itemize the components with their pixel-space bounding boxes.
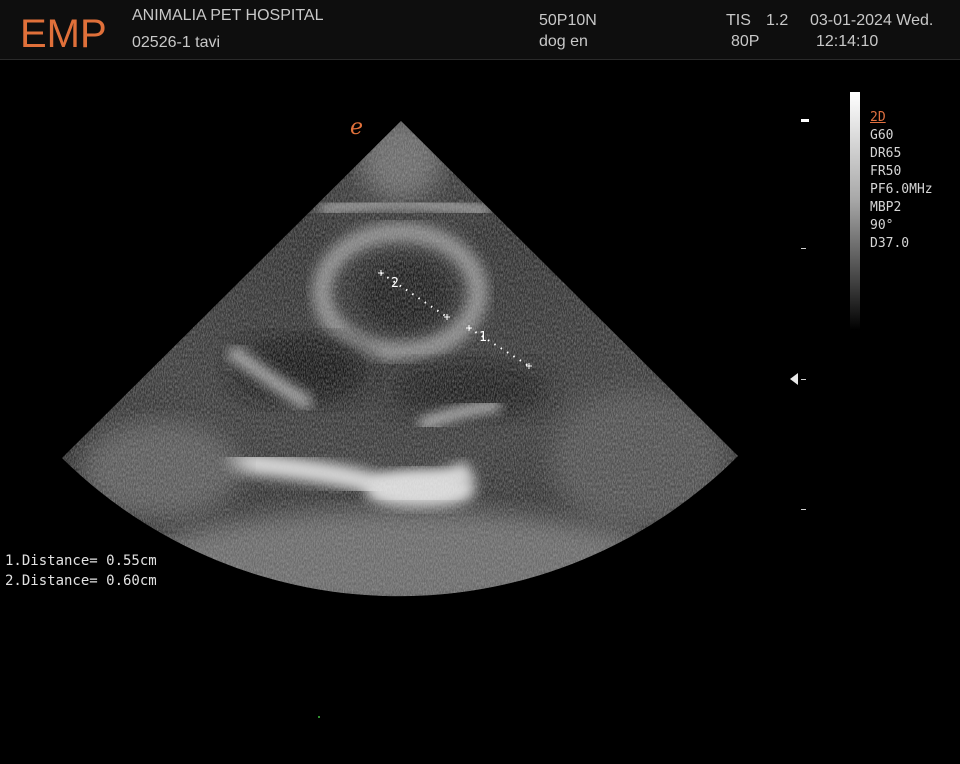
tis-label: TIS — [726, 12, 751, 29]
dynamic-range-value: DR65 — [870, 146, 902, 161]
cursor-marker — [318, 716, 320, 718]
measurement-1: 1.Distance= 0.55cm — [5, 553, 157, 569]
acoustic-power: 80P — [731, 33, 760, 50]
exam-time: 12:14:10 — [816, 33, 879, 50]
tis-value: 1.2 — [766, 12, 789, 29]
hospital-name: ANIMALIA PET HOSPITAL — [132, 7, 324, 24]
caliper-label-2: 2 — [391, 276, 399, 291]
caliper-label-1: 1 — [479, 330, 487, 345]
exam-preset: dog en — [539, 33, 588, 50]
scan-sector — [62, 121, 738, 597]
brand-logo: EMP — [20, 12, 107, 56]
orientation-marker: e — [350, 115, 364, 140]
measurement-2: 2.Distance= 0.60cm — [5, 573, 157, 589]
exam-date: 03-01-2024 Wed. — [810, 12, 934, 29]
depth-value: D37.0 — [870, 236, 910, 251]
patient-id: 02526-1 tavi — [132, 34, 221, 51]
grayscale-bar — [850, 92, 860, 330]
imaging-parameters: 2D G60 DR65 FR50 PF6.0MHz MBP2 90° D37.0 — [870, 109, 933, 253]
sector-angle-value: 90° — [870, 218, 894, 233]
depth-tick — [801, 119, 809, 122]
top-info-bar: EMP ANIMALIA PET HOSPITAL 02526-1 tavi 5… — [0, 0, 960, 60]
gain-value: G60 — [870, 128, 894, 143]
depth-tick — [801, 509, 806, 510]
mbp-value: MBP2 — [870, 200, 902, 215]
depth-tick — [801, 379, 806, 380]
ultrasound-image — [62, 121, 738, 718]
depth-tick — [801, 248, 806, 249]
frame-rate-value: FR50 — [870, 164, 902, 179]
mode-label[interactable]: 2D — [870, 109, 933, 127]
frequency-value: PF6.0MHz — [870, 182, 933, 197]
probe-name: 50P10N — [539, 12, 597, 29]
focus-arrow-icon[interactable] — [790, 373, 798, 385]
measurement-results: 1.Distance= 0.55cm 2.Distance= 0.60cm — [5, 551, 157, 591]
